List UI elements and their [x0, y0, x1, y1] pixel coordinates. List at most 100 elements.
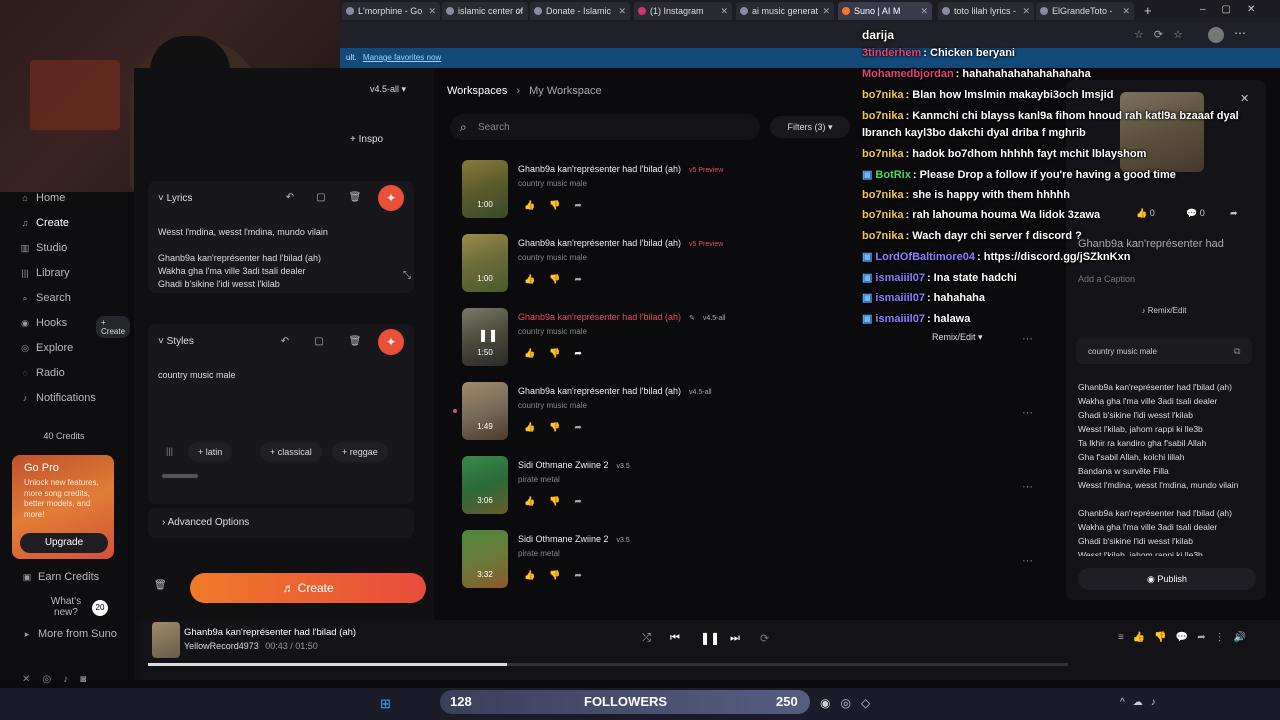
player-title[interactable]: Ghanb9a kan'représenter had l'bilad (ah)	[184, 627, 356, 638]
song-row[interactable]: 3:06 Sidi Othmane Zwiine 2 v3.5 pirate me…	[462, 456, 1042, 520]
trash-icon[interactable]: 🗑	[346, 333, 364, 351]
new-tab-icon[interactable]: +	[1144, 3, 1152, 18]
copy-icon[interactable]: ⧉	[1234, 346, 1240, 357]
sidebar-item-explore[interactable]: ◎ Explore	[20, 342, 73, 354]
sidebar-item-library[interactable]: ||| Library	[20, 267, 69, 279]
advanced-options[interactable]: › Advanced Options	[148, 508, 414, 538]
browser-tab[interactable]: ElGrandeToto - ✕	[1036, 2, 1134, 20]
song-title[interactable]: Sidi Othmane Zwiine 2 v3.5	[518, 534, 630, 544]
sidebar-item-notifications[interactable]: ♪ Notifications	[20, 392, 96, 404]
styles-input[interactable]: country music male	[158, 370, 236, 380]
remix-edit-button[interactable]: Remix/Edit ▾	[932, 332, 983, 343]
library-icon[interactable]: |||	[166, 446, 173, 456]
song-actions[interactable]: 👍👎➦	[524, 496, 596, 507]
more-icon[interactable]: ⋯	[1022, 406, 1033, 419]
player-artist[interactable]: YellowRecord4973	[184, 641, 259, 651]
manage-favorites-link[interactable]: Manage favorites now	[363, 53, 441, 62]
style-chip[interactable]: + reggae	[332, 442, 388, 462]
filters-button[interactable]: Filters (3) ▾	[770, 116, 850, 138]
more-icon[interactable]: ⋯	[1022, 332, 1033, 345]
pause-icon[interactable]: ❚❚	[700, 631, 720, 645]
sidebar-item-search[interactable]: ⌕ Search	[20, 292, 70, 304]
trash-icon[interactable]: 🗑	[346, 189, 364, 207]
hooks-create-button[interactable]: + Create	[96, 316, 130, 338]
lyrics-line[interactable]: Wakha gha l'ma ville 3adi tsali dealer	[158, 266, 305, 276]
more-icon[interactable]: ⋯	[1022, 554, 1033, 567]
lyrics-line[interactable]: Ghadi b'sikine l'idi wesst l'kilab	[158, 279, 280, 289]
model-select[interactable]: v4.5-all ▾	[370, 84, 406, 95]
copy-icon[interactable]: ▢	[310, 333, 328, 351]
trash-icon[interactable]: 🗑	[154, 580, 167, 591]
inspo-button[interactable]: + Inspo	[350, 134, 383, 145]
magic-icon[interactable]: ✦	[378, 185, 404, 211]
undo-icon[interactable]: ↶	[276, 333, 294, 351]
browser-tab[interactable]: toto lilah lyrics - ✕	[938, 2, 1034, 20]
lyrics-line[interactable]: Wesst l'mdina, wesst l'mdina, mundo vila…	[158, 227, 328, 237]
song-actions[interactable]: 👍👎➦	[524, 200, 596, 211]
close-icon[interactable]: ✕	[1122, 2, 1130, 20]
undo-icon[interactable]: ↶	[281, 189, 299, 207]
shuffle-icon[interactable]: ⤮	[642, 632, 651, 645]
sidebar-item-studio[interactable]: ▥ Studio	[20, 242, 67, 254]
styles-toggle[interactable]: ˅ Styles	[158, 336, 194, 347]
close-icon[interactable]: ✕	[618, 2, 626, 20]
create-button[interactable]: ♬ Create	[190, 573, 426, 603]
pause-icon[interactable]: ❚❚	[478, 328, 498, 342]
breadcrumb-root[interactable]: Workspaces	[447, 85, 507, 97]
song-actions[interactable]: 👍👎➦	[524, 570, 596, 581]
close-icon[interactable]: ✕	[428, 2, 436, 20]
taskbar-app-icons[interactable]: ◉◎◇	[820, 696, 880, 710]
song-title[interactable]: Ghanb9a kan'représenter had l'bilad (ah)…	[518, 312, 726, 322]
resize-icon[interactable]: ⤡	[398, 267, 416, 285]
sidebar-item-create[interactable]: ♫ Create	[20, 217, 69, 229]
system-tray-icons[interactable]: ^☁♪	[1120, 697, 1164, 708]
style-chip[interactable]: + latin	[188, 442, 233, 462]
more-from-suno-link[interactable]: ▸ More from Suno	[22, 628, 117, 640]
browser-tab[interactable]: ai music generat ✕	[736, 2, 834, 20]
edit-icon[interactable]: ✎	[689, 315, 695, 322]
song-actions[interactable]: 👍👎➦	[524, 348, 596, 359]
sidebar-item-radio[interactable]: ◌ Radio	[20, 367, 64, 379]
copy-icon[interactable]: ▢	[312, 189, 330, 207]
browser-tab-active[interactable]: Suno | AI M ✕	[838, 2, 932, 20]
more-icon[interactable]: ⋯	[1022, 480, 1033, 493]
chips-scrollbar[interactable]	[162, 474, 198, 478]
song-title[interactable]: Ghanb9a kan'représenter had l'bilad (ah)…	[518, 386, 712, 396]
song-actions[interactable]: 👍👎➦	[524, 422, 596, 433]
browser-tab[interactable]: L'morphine - Go ✕	[342, 2, 440, 20]
lyrics-line[interactable]: Ghanb9a kan'représenter had l'bilad (ah)	[158, 253, 321, 263]
song-actions[interactable]: 👍👎➦	[524, 274, 596, 285]
style-chip[interactable]: + classical	[260, 442, 322, 462]
magic-icon[interactable]: ✦	[378, 329, 404, 355]
next-icon[interactable]: ⏭	[730, 632, 740, 645]
whats-new-link[interactable]: What's new?	[46, 596, 86, 618]
song-row[interactable]: 1:49 Ghanb9a kan'représenter had l'bilad…	[462, 382, 1042, 446]
song-title[interactable]: Sidi Othmane Zwiine 2 v3.5	[518, 460, 630, 470]
social-icons[interactable]: ✕◎♪◙	[22, 674, 98, 685]
close-icon[interactable]: ✕	[1022, 2, 1030, 20]
publish-button[interactable]: ◉ Publish	[1078, 568, 1256, 590]
previous-icon[interactable]: ⏮	[670, 632, 680, 645]
song-title[interactable]: Ghanb9a kan'représenter had l'bilad (ah)…	[518, 164, 723, 174]
progress-bar[interactable]	[148, 663, 1068, 666]
close-icon[interactable]: ✕	[920, 2, 928, 20]
browser-tab[interactable]: islamic center of ✕	[442, 2, 528, 20]
song-title[interactable]: Ghanb9a kan'représenter had l'bilad (ah)…	[518, 238, 723, 248]
player-cover[interactable]	[152, 622, 180, 658]
player-actions[interactable]: ≡👍👎💬➦⋮🔊	[1118, 632, 1255, 643]
sidebar-item-hooks[interactable]: ◉ Hooks + Create	[20, 316, 130, 338]
close-icon[interactable]: ✕	[720, 2, 728, 20]
sidebar-item-home[interactable]: ⌂ Home	[20, 192, 65, 204]
window-controls[interactable]: –▢✕	[1200, 4, 1271, 15]
upgrade-button[interactable]: Upgrade	[20, 533, 108, 553]
browser-tab[interactable]: Donate - Islamic ✕	[530, 2, 630, 20]
browser-tab[interactable]: (1) Instagram ✕	[634, 2, 732, 20]
windows-start-icon[interactable]: ⊞	[380, 696, 391, 712]
earn-credits-link[interactable]: ▣ Earn Credits	[22, 571, 99, 583]
song-row[interactable]: 3:32 Sidi Othmane Zwiine 2 v3.5 pirate me…	[462, 530, 1042, 594]
lyrics-toggle[interactable]: ˅ Lyrics	[158, 193, 192, 204]
repeat-icon[interactable]: ⟳	[760, 632, 769, 645]
close-icon[interactable]: ✕	[516, 2, 524, 20]
close-icon[interactable]: ✕	[822, 2, 830, 20]
search-input[interactable]: ⌕ Search	[450, 114, 760, 140]
